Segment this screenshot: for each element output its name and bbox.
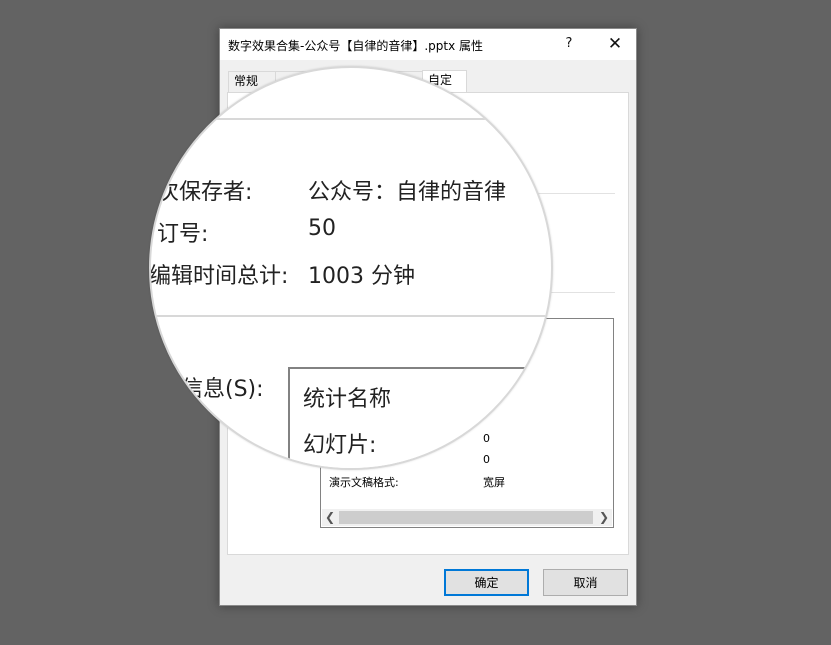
close-button[interactable]: ✕ — [600, 33, 630, 55]
magnified-revision-value: 50 — [308, 216, 336, 241]
magnified-separator — [151, 118, 551, 120]
magnified-edit-time-label: 编辑时间总计: — [149, 264, 289, 289]
question-mark-icon: ? — [565, 36, 573, 51]
magnified-edit-time-value: 1003 分钟 — [308, 264, 415, 289]
magnified-last-saved-value: 公众号：自律的音律 — [308, 180, 507, 205]
scrollbar-thumb[interactable] — [339, 511, 593, 524]
help-button[interactable]: ? — [554, 33, 584, 55]
magnified-stats-label: 信息(S): — [181, 377, 264, 402]
magnified-revision-label: 订号: — [157, 222, 209, 247]
magnified-separator — [151, 315, 551, 317]
horizontal-scrollbar[interactable]: ❮ ❯ — [322, 509, 612, 526]
cancel-button[interactable]: 取消 — [543, 569, 628, 596]
magnifier-lens: 次保存者: 公众号：自律的音律 订号: 50 编辑时间总计: 1003 分钟 信… — [149, 66, 553, 470]
title-bar[interactable]: 数字效果合集-公众号【自律的音律】.pptx 属性 ? ✕ — [220, 29, 636, 60]
chevron-right-icon[interactable]: ❯ — [596, 509, 612, 526]
magnified-statistics-list: 统计名称 幻灯片: — [288, 367, 551, 468]
magnified-last-saved-label: 次保存者: — [157, 180, 253, 205]
magnified-slides-label: 幻灯片: — [303, 433, 377, 458]
stat-row-value: 宽屏 — [483, 476, 505, 489]
ok-button[interactable]: 确定 — [444, 569, 529, 596]
stat-row-label: 演示文稿格式: — [329, 476, 399, 489]
window-title: 数字效果合集-公众号【自律的音律】.pptx 属性 — [228, 39, 484, 53]
chevron-left-icon[interactable]: ❮ — [322, 509, 338, 526]
close-icon: ✕ — [607, 34, 623, 54]
magnified-column-header: 统计名称 — [303, 387, 392, 412]
